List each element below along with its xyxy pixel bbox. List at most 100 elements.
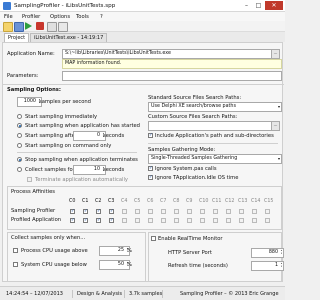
affinity-application-checkbox[interactable] (122, 218, 127, 223)
include-app-path-checkbox[interactable]: ✓ (148, 133, 153, 138)
affinity-application-checkbox[interactable]: ✓ (109, 218, 114, 223)
affinity-application-checkbox[interactable]: ✓ (70, 218, 75, 223)
stop-icon[interactable] (36, 22, 44, 30)
search-paths-select[interactable]: Use Delphi XE search/browse paths ▾ (148, 102, 282, 112)
params-field[interactable] (62, 71, 282, 81)
status-bar: 14:24:54 – 12/07/2013 Design & Analysis … (0, 286, 285, 300)
custom-paths-browse-button[interactable]: … (271, 121, 280, 131)
ignore-system-calls-checkbox[interactable]: ✓ (148, 166, 153, 171)
affinity-profiler-checkbox[interactable] (200, 209, 205, 214)
minimize-button[interactable]: – (241, 1, 252, 10)
affinity-application-checkbox[interactable]: ✓ (96, 218, 101, 223)
radio-start-app-started[interactable] (17, 123, 22, 128)
sys-below-spinner[interactable]: 50 (99, 260, 130, 270)
collect-for-unit: seconds (103, 166, 125, 173)
app-path-field[interactable]: S:\~lib\Libraries\UnitTests\iLibsUnitTes… (62, 49, 274, 59)
browse-button[interactable]: … (271, 49, 280, 59)
start-immediately-label: Start sampling immediately (25, 113, 98, 120)
report-icon[interactable] (47, 22, 57, 32)
chevron-down-icon: ▾ (277, 104, 280, 109)
divider (17, 152, 137, 153)
tab-report[interactable]: iLibsUnitTest.exe - 14:19:17 (30, 33, 108, 42)
affinity-application-checkbox[interactable] (200, 218, 205, 223)
affinity-profiler-checkbox[interactable]: ✓ (109, 209, 114, 214)
affinity-application-checkbox[interactable] (161, 218, 166, 223)
start-after-spinner[interactable]: 0 (73, 131, 106, 141)
start-after-unit: seconds (103, 132, 125, 139)
affinity-profiler-checkbox[interactable]: ✓ (83, 209, 88, 214)
sys-below-checkbox[interactable] (13, 262, 18, 267)
affinity-application-checkbox[interactable] (174, 218, 179, 223)
ignore-idle-label: Ignore TApplication.Idle OS time (155, 174, 239, 181)
affinity-profiler-checkbox[interactable] (226, 209, 231, 214)
tab-project[interactable]: Project (4, 33, 30, 42)
affinity-profiler-checkbox[interactable] (161, 209, 166, 214)
status-separator (72, 290, 73, 298)
chevron-down-icon: ▾ (277, 156, 280, 161)
collect-for-label: Collect samples for (25, 166, 75, 173)
options-icon[interactable] (58, 22, 68, 32)
cpu-above-checkbox[interactable] (13, 248, 18, 253)
affinity-profiler-checkbox[interactable] (148, 209, 153, 214)
start-command-label: Start sampling on command only (25, 142, 112, 149)
affinity-application-checkbox[interactable] (252, 218, 257, 223)
sys-below-percent: % (127, 261, 132, 268)
toolbar (0, 21, 285, 32)
gathering-mode-select[interactable]: Single-Threaded Samples Gathering ▾ (148, 154, 282, 164)
radio-start-after[interactable] (17, 133, 22, 138)
radio-start-immediately[interactable] (17, 114, 22, 119)
menu-options[interactable]: Options (50, 14, 70, 20)
search-paths-label: Standard Source Files Search Paths: (148, 95, 242, 101)
collect-for-spinner[interactable]: 10 (73, 165, 106, 175)
play-icon[interactable] (25, 22, 32, 30)
affinity-application-checkbox[interactable] (239, 218, 244, 223)
affinity-profiler-checkbox[interactable] (187, 209, 192, 214)
affinity-col-header: C5 (134, 199, 141, 204)
affinity-profiler-checkbox[interactable] (265, 209, 270, 214)
refresh-time-label: Refresh time (seconds) (168, 262, 228, 269)
affinity-profiler-checkbox[interactable] (122, 209, 127, 214)
menu-tools[interactable]: Tools (76, 14, 89, 20)
affinities-title: Process Affinities (11, 189, 55, 195)
affinity-profiler-checkbox[interactable] (239, 209, 244, 214)
refresh-time-spinner[interactable]: 1 (251, 261, 284, 271)
http-port-spinner[interactable]: 880 (251, 248, 284, 258)
radio-collect-for[interactable] (17, 167, 22, 172)
affinity-profiler-checkbox[interactable] (174, 209, 179, 214)
affinity-col-header: C11 (212, 199, 222, 204)
custom-paths-field[interactable] (148, 121, 274, 131)
radio-start-command[interactable] (17, 143, 22, 148)
affinity-profiler-checkbox[interactable]: ✓ (70, 209, 75, 214)
maximize-button[interactable]: □ (253, 1, 264, 10)
affinity-profiler-checkbox[interactable] (213, 209, 218, 214)
terminate-auto-label: Terminate application automatically (35, 176, 128, 183)
project-panel: Application Name: S:\~lib\Libraries\Unit… (2, 42, 284, 282)
cpu-above-spinner[interactable]: 25 (99, 246, 130, 256)
ignore-idle-checkbox[interactable]: ✓ (148, 175, 153, 180)
close-button[interactable]: ✕ (265, 1, 283, 10)
menu-help[interactable]: ? (100, 14, 103, 20)
open-icon[interactable] (3, 22, 13, 32)
affinity-application-checkbox[interactable] (148, 218, 153, 223)
status-separator (124, 290, 125, 298)
radio-stop-terminates[interactable] (17, 157, 22, 162)
affinity-profiler-checkbox[interactable] (252, 209, 257, 214)
cpu-above-percent: % (127, 247, 132, 254)
affinity-application-checkbox[interactable] (135, 218, 140, 223)
affinity-application-checkbox[interactable]: ✓ (83, 218, 88, 223)
affinity-profiler-checkbox[interactable] (135, 209, 140, 214)
affinity-application-checkbox[interactable] (213, 218, 218, 223)
status-mode: Design & Analysis (77, 291, 122, 297)
menu-file[interactable]: File (4, 14, 13, 20)
terminate-auto-checkbox[interactable] (27, 177, 32, 182)
affinity-application-checkbox[interactable] (226, 218, 231, 223)
affinity-application-checkbox[interactable] (187, 218, 192, 223)
save-icon[interactable] (14, 22, 24, 32)
affinity-application-checkbox[interactable] (265, 218, 270, 223)
enable-realtime-checkbox[interactable] (151, 236, 156, 241)
menu-profiler[interactable]: Profiler (22, 14, 40, 20)
affinity-profiler-checkbox[interactable]: ✓ (96, 209, 101, 214)
enable-realtime-label: Enable RealTime Monitor (158, 235, 223, 242)
status-copyright: Sampling Profiler – © 2013 Eric Grange (180, 291, 279, 297)
affinity-col-header: C2 (95, 199, 102, 204)
